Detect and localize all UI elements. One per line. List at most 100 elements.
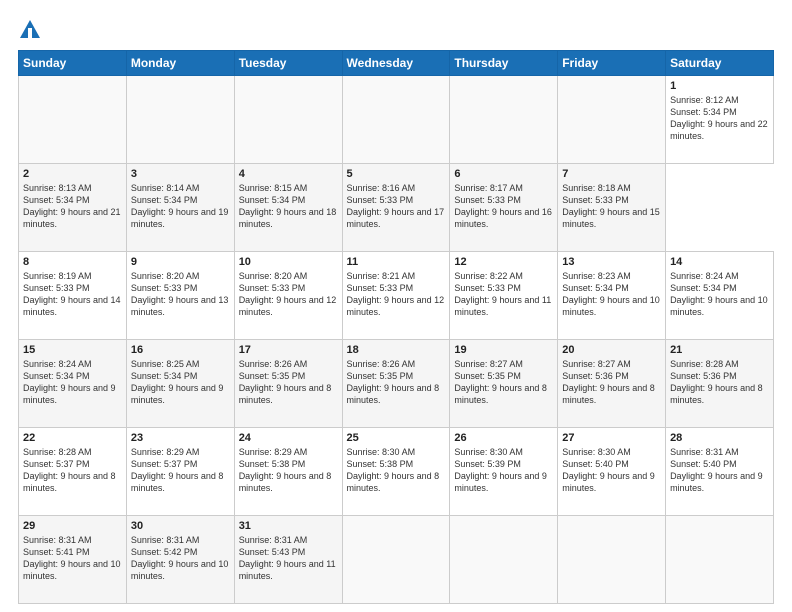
day-number: 5 bbox=[347, 168, 446, 180]
calendar-day: 30Sunrise: 8:31 AMSunset: 5:42 PMDayligh… bbox=[126, 516, 234, 604]
day-number: 23 bbox=[131, 432, 230, 444]
calendar-day: 10 Sunrise: 8:20 AMSunset: 5:33 PMDayligh… bbox=[234, 252, 342, 340]
day-content: Sunrise: 8:12 AMSunset: 5:34 PMDaylight:… bbox=[670, 94, 769, 143]
day-content: Sunrise: 8:24 AMSunset: 5:34 PMDaylight:… bbox=[23, 358, 122, 407]
day-number: 13 bbox=[562, 256, 661, 268]
empty-cell bbox=[342, 76, 450, 164]
header-day: Tuesday bbox=[234, 51, 342, 76]
calendar-day: 1 Sunrise: 8:12 AMSunset: 5:34 PMDaylight… bbox=[666, 76, 774, 164]
calendar-week-row: 15 Sunrise: 8:24 AMSunset: 5:34 PMDayligh… bbox=[19, 340, 774, 428]
day-number: 28 bbox=[670, 432, 769, 444]
calendar-day: 17Sunrise: 8:26 AMSunset: 5:35 PMDayligh… bbox=[234, 340, 342, 428]
calendar-week-row: 2Sunrise: 8:13 AMSunset: 5:34 PMDaylight… bbox=[19, 164, 774, 252]
day-number: 24 bbox=[239, 432, 338, 444]
calendar-day: 15 Sunrise: 8:24 AMSunset: 5:34 PMDayligh… bbox=[19, 340, 127, 428]
calendar-week-row: 1 Sunrise: 8:12 AMSunset: 5:34 PMDaylight… bbox=[19, 76, 774, 164]
day-number: 1 bbox=[670, 80, 769, 92]
day-content: Sunrise: 8:29 AMSunset: 5:37 PMDaylight:… bbox=[131, 446, 230, 495]
logo bbox=[18, 18, 46, 42]
day-content: Sunrise: 8:20 AMSunset: 5:33 PMDaylight:… bbox=[131, 270, 230, 319]
calendar-table: SundayMondayTuesdayWednesdayThursdayFrid… bbox=[18, 50, 774, 604]
day-number: 12 bbox=[454, 256, 553, 268]
day-number: 22 bbox=[23, 432, 122, 444]
calendar-day: 24Sunrise: 8:29 AMSunset: 5:38 PMDayligh… bbox=[234, 428, 342, 516]
day-number: 6 bbox=[454, 168, 553, 180]
day-number: 18 bbox=[347, 344, 446, 356]
empty-cell bbox=[342, 516, 450, 604]
day-number: 16 bbox=[131, 344, 230, 356]
empty-cell bbox=[19, 76, 127, 164]
calendar-day: 22 Sunrise: 8:28 AMSunset: 5:37 PMDayligh… bbox=[19, 428, 127, 516]
day-content: Sunrise: 8:26 AMSunset: 5:35 PMDaylight:… bbox=[239, 358, 338, 407]
empty-cell bbox=[126, 76, 234, 164]
day-content: Sunrise: 8:15 AMSunset: 5:34 PMDaylight:… bbox=[239, 182, 338, 231]
calendar-day: 29 Sunrise: 8:31 AMSunset: 5:41 PMDayligh… bbox=[19, 516, 127, 604]
day-number: 10 bbox=[239, 256, 338, 268]
day-content: Sunrise: 8:31 AMSunset: 5:41 PMDaylight:… bbox=[23, 534, 122, 583]
logo-icon bbox=[18, 18, 42, 42]
day-content: Sunrise: 8:19 AMSunset: 5:33 PMDaylight:… bbox=[23, 270, 122, 319]
calendar-day: 8Sunrise: 8:19 AMSunset: 5:33 PMDaylight… bbox=[19, 252, 127, 340]
day-number: 15 bbox=[23, 344, 122, 356]
day-content: Sunrise: 8:30 AMSunset: 5:40 PMDaylight:… bbox=[562, 446, 661, 495]
day-number: 4 bbox=[239, 168, 338, 180]
day-content: Sunrise: 8:27 AMSunset: 5:36 PMDaylight:… bbox=[562, 358, 661, 407]
calendar-day: 7Sunrise: 8:18 AMSunset: 5:33 PMDaylight… bbox=[558, 164, 666, 252]
calendar-day: 14Sunrise: 8:24 AMSunset: 5:34 PMDayligh… bbox=[666, 252, 774, 340]
header-day: Thursday bbox=[450, 51, 558, 76]
day-number: 27 bbox=[562, 432, 661, 444]
empty-cell bbox=[558, 516, 666, 604]
day-number: 2 bbox=[23, 168, 122, 180]
header-row: SundayMondayTuesdayWednesdayThursdayFrid… bbox=[19, 51, 774, 76]
day-content: Sunrise: 8:28 AMSunset: 5:37 PMDaylight:… bbox=[23, 446, 122, 495]
calendar-body: 1 Sunrise: 8:12 AMSunset: 5:34 PMDaylight… bbox=[19, 76, 774, 604]
calendar-day: 31 Sunrise: 8:31 AMSunset: 5:43 PMDayligh… bbox=[234, 516, 342, 604]
empty-cell bbox=[450, 516, 558, 604]
day-content: Sunrise: 8:25 AMSunset: 5:34 PMDaylight:… bbox=[131, 358, 230, 407]
calendar-day: 25 Sunrise: 8:30 AMSunset: 5:38 PMDayligh… bbox=[342, 428, 450, 516]
calendar-day: 6Sunrise: 8:17 AMSunset: 5:33 PMDaylight… bbox=[450, 164, 558, 252]
calendar-week-row: 29 Sunrise: 8:31 AMSunset: 5:41 PMDayligh… bbox=[19, 516, 774, 604]
day-number: 29 bbox=[23, 520, 122, 532]
day-number: 14 bbox=[670, 256, 769, 268]
header-day: Friday bbox=[558, 51, 666, 76]
calendar-page: SundayMondayTuesdayWednesdayThursdayFrid… bbox=[0, 0, 792, 612]
calendar-day: 19Sunrise: 8:27 AMSunset: 5:35 PMDayligh… bbox=[450, 340, 558, 428]
calendar-day: 9 Sunrise: 8:20 AMSunset: 5:33 PMDaylight… bbox=[126, 252, 234, 340]
calendar-day: 21Sunrise: 8:28 AMSunset: 5:36 PMDayligh… bbox=[666, 340, 774, 428]
calendar-day: 28 Sunrise: 8:31 AMSunset: 5:40 PMDayligh… bbox=[666, 428, 774, 516]
day-number: 31 bbox=[239, 520, 338, 532]
day-content: Sunrise: 8:26 AMSunset: 5:35 PMDaylight:… bbox=[347, 358, 446, 407]
day-number: 19 bbox=[454, 344, 553, 356]
calendar-day: 2Sunrise: 8:13 AMSunset: 5:34 PMDaylight… bbox=[19, 164, 127, 252]
calendar-day: 3 Sunrise: 8:14 AMSunset: 5:34 PMDaylight… bbox=[126, 164, 234, 252]
day-content: Sunrise: 8:22 AMSunset: 5:33 PMDaylight:… bbox=[454, 270, 553, 319]
day-content: Sunrise: 8:31 AMSunset: 5:43 PMDaylight:… bbox=[239, 534, 338, 583]
day-content: Sunrise: 8:20 AMSunset: 5:33 PMDaylight:… bbox=[239, 270, 338, 319]
day-content: Sunrise: 8:30 AMSunset: 5:38 PMDaylight:… bbox=[347, 446, 446, 495]
header-day: Monday bbox=[126, 51, 234, 76]
day-content: Sunrise: 8:14 AMSunset: 5:34 PMDaylight:… bbox=[131, 182, 230, 231]
day-number: 25 bbox=[347, 432, 446, 444]
calendar-day: 26Sunrise: 8:30 AMSunset: 5:39 PMDayligh… bbox=[450, 428, 558, 516]
day-content: Sunrise: 8:28 AMSunset: 5:36 PMDaylight:… bbox=[670, 358, 769, 407]
header-day: Sunday bbox=[19, 51, 127, 76]
header-day: Saturday bbox=[666, 51, 774, 76]
day-content: Sunrise: 8:23 AMSunset: 5:34 PMDaylight:… bbox=[562, 270, 661, 319]
calendar-day: 5 Sunrise: 8:16 AMSunset: 5:33 PMDaylight… bbox=[342, 164, 450, 252]
empty-cell bbox=[450, 76, 558, 164]
empty-cell bbox=[558, 76, 666, 164]
day-content: Sunrise: 8:16 AMSunset: 5:33 PMDaylight:… bbox=[347, 182, 446, 231]
calendar-day: 18 Sunrise: 8:26 AMSunset: 5:35 PMDayligh… bbox=[342, 340, 450, 428]
header bbox=[18, 18, 774, 42]
day-content: Sunrise: 8:31 AMSunset: 5:42 PMDaylight:… bbox=[131, 534, 230, 583]
day-content: Sunrise: 8:18 AMSunset: 5:33 PMDaylight:… bbox=[562, 182, 661, 231]
day-number: 9 bbox=[131, 256, 230, 268]
day-number: 3 bbox=[131, 168, 230, 180]
day-content: Sunrise: 8:31 AMSunset: 5:40 PMDaylight:… bbox=[670, 446, 769, 495]
day-content: Sunrise: 8:30 AMSunset: 5:39 PMDaylight:… bbox=[454, 446, 553, 495]
calendar-week-row: 8Sunrise: 8:19 AMSunset: 5:33 PMDaylight… bbox=[19, 252, 774, 340]
calendar-day: 16 Sunrise: 8:25 AMSunset: 5:34 PMDayligh… bbox=[126, 340, 234, 428]
calendar-day: 4 Sunrise: 8:15 AMSunset: 5:34 PMDaylight… bbox=[234, 164, 342, 252]
empty-cell bbox=[234, 76, 342, 164]
